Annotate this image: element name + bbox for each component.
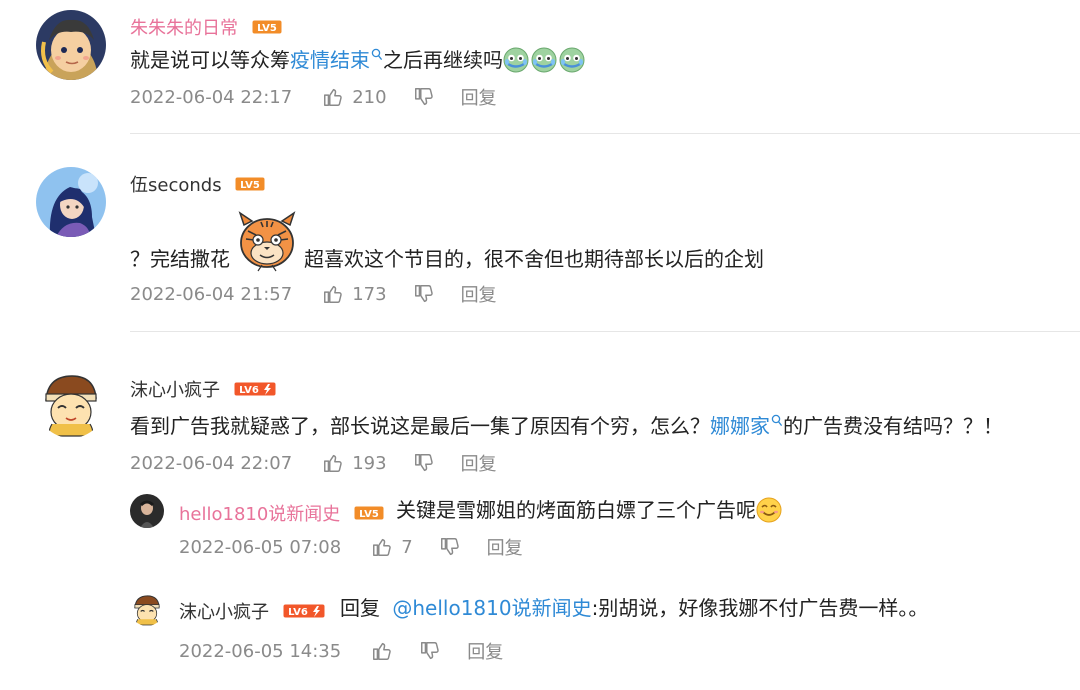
thumbs-up-icon xyxy=(371,536,393,558)
like-count: 173 xyxy=(352,283,387,305)
dislike-button[interactable] xyxy=(413,452,435,474)
timestamp: 2022-06-04 22:17 xyxy=(130,86,293,108)
username-text[interactable]: 沫心小疯子 xyxy=(130,380,220,401)
thumbs-up-icon xyxy=(371,640,393,662)
level-badge-icon xyxy=(283,603,325,619)
reply-meta: 2022-06-05 07:08 7 回复 xyxy=(179,534,523,560)
username[interactable]: hello1810说新闻史 xyxy=(179,500,384,526)
timestamp: 2022-06-05 14:35 xyxy=(179,640,342,662)
timestamp: 2022-06-04 22:07 xyxy=(130,452,293,474)
reply-button[interactable]: 回复 xyxy=(461,281,497,307)
username[interactable]: 沫心小疯子 xyxy=(130,376,276,402)
avatar[interactable] xyxy=(36,10,106,80)
thumbs-down-icon xyxy=(413,283,435,305)
level-badge-icon xyxy=(235,176,265,192)
like-button[interactable]: 193 xyxy=(322,452,387,474)
thumbs-down-icon xyxy=(439,536,461,558)
username-text[interactable]: hello1810说新闻史 xyxy=(179,504,340,525)
username[interactable]: 伍seconds xyxy=(130,171,265,197)
like-button[interactable]: 7 xyxy=(371,536,413,558)
sweat-emoji-icon xyxy=(531,47,557,73)
comment-meta: 2022-06-04 22:17 210 回复 xyxy=(130,84,497,110)
comment-text-part: 的广告费没有结吗？？！ xyxy=(783,414,1003,438)
thumbs-down-icon xyxy=(419,640,441,662)
thumbs-up-icon xyxy=(322,452,344,474)
comment-meta: 2022-06-04 22:07 193 回复 xyxy=(130,450,497,476)
reply-meta: 2022-06-05 14:35 回复 xyxy=(179,638,503,664)
username-text[interactable]: 朱朱朱的日常 xyxy=(130,18,238,39)
reply-button[interactable]: 回复 xyxy=(461,84,497,110)
level-badge-icon xyxy=(354,505,384,521)
dislike-button[interactable] xyxy=(413,86,435,108)
reply-button[interactable]: 回复 xyxy=(461,450,497,476)
thumbs-up-icon xyxy=(322,283,344,305)
thumbs-up-icon xyxy=(322,86,344,108)
avatar[interactable] xyxy=(130,592,164,626)
level-badge-icon xyxy=(252,19,282,35)
dislike-button[interactable] xyxy=(413,283,435,305)
like-button[interactable]: 173 xyxy=(322,283,387,305)
search-icon xyxy=(771,414,783,428)
divider xyxy=(130,133,1080,134)
topic-link[interactable]: 娜娜家 xyxy=(710,414,783,438)
tiger-sticker-icon xyxy=(234,207,300,273)
reply-text-part: :别胡说，好像我娜不付广告费一样。。 xyxy=(591,596,929,620)
comment-text: ？完结撒花 超喜欢这个节目的，很不舍但也期待部长以后的企划 xyxy=(130,245,764,273)
reply-text: 关键是雪娜姐的烤面筋白嫖了三个广告呢 xyxy=(396,496,782,524)
comment-text-part: ？完结撒花 xyxy=(130,247,230,271)
thumbs-down-icon xyxy=(413,86,435,108)
like-button[interactable]: 210 xyxy=(322,86,387,108)
sweat-emoji-icon xyxy=(503,47,529,73)
comment-text-part: 就是说可以等众筹 xyxy=(130,48,290,72)
comment-text: 看到广告我就疑惑了，部长说这是最后一集了原因有个穷，怎么？娜娜家 的广告费没有结吗… xyxy=(130,412,1003,440)
avatar[interactable] xyxy=(36,167,106,237)
topic-link-text[interactable]: 疫情结束 xyxy=(290,48,370,72)
timestamp: 2022-06-04 21:57 xyxy=(130,283,293,305)
like-button[interactable] xyxy=(371,640,393,662)
reply-button[interactable]: 回复 xyxy=(487,534,523,560)
reply-prefix: 回复 xyxy=(340,596,380,620)
dislike-button[interactable] xyxy=(419,640,441,662)
reply-text-part: 关键是雪娜姐的烤面筋白嫖了三个广告呢 xyxy=(396,498,756,522)
topic-link[interactable]: 疫情结束 xyxy=(290,48,383,72)
dislike-button[interactable] xyxy=(439,536,461,558)
topic-link-text[interactable]: 娜娜家 xyxy=(710,414,770,438)
mention-link[interactable]: @hello1810说新闻史 xyxy=(392,596,591,620)
level-badge-icon xyxy=(234,381,276,397)
sweat-emoji-icon xyxy=(559,47,585,73)
comment-item: 伍seconds ？完结撒花 超喜欢这个节目的，很不舍但也期待部长以后的企划 20… xyxy=(0,135,1080,332)
like-count: 7 xyxy=(401,536,413,558)
avatar[interactable] xyxy=(130,494,164,528)
comment-text-part: 超喜欢这个节目的，很不舍但也期待部长以后的企划 xyxy=(304,247,764,271)
username[interactable]: 沫心小疯子 xyxy=(179,598,325,624)
avatar[interactable] xyxy=(36,368,106,438)
comment-item: 朱朱朱的日常 就是说可以等众筹疫情结束 之后再继续吗 2022-06-04 22:… xyxy=(0,0,1080,135)
timestamp: 2022-06-05 07:08 xyxy=(179,536,342,558)
reply-button[interactable]: 回复 xyxy=(467,638,503,664)
comment-text: 就是说可以等众筹疫情结束 之后再继续吗 xyxy=(130,46,585,74)
like-count: 193 xyxy=(352,452,387,474)
comment-text-part: 看到广告我就疑惑了，部长说这是最后一集了原因有个穷，怎么？ xyxy=(130,414,710,438)
search-icon xyxy=(371,48,383,62)
comment-text-part: 之后再继续吗 xyxy=(383,48,503,72)
smile-emoji-icon xyxy=(756,497,782,523)
comment-item: 沫心小疯子 看到广告我就疑惑了，部长说这是最后一集了原因有个穷，怎么？娜娜家 的广… xyxy=(0,332,1080,690)
username-text[interactable]: 沫心小疯子 xyxy=(179,602,269,623)
reply-text: 回复 @hello1810说新闻史:别胡说，好像我娜不付广告费一样。。 xyxy=(340,594,928,622)
username[interactable]: 朱朱朱的日常 xyxy=(130,14,282,40)
like-count: 210 xyxy=(352,86,387,108)
thumbs-down-icon xyxy=(413,452,435,474)
comment-meta: 2022-06-04 21:57 173 回复 xyxy=(130,281,497,307)
username-text[interactable]: 伍seconds xyxy=(130,175,222,196)
